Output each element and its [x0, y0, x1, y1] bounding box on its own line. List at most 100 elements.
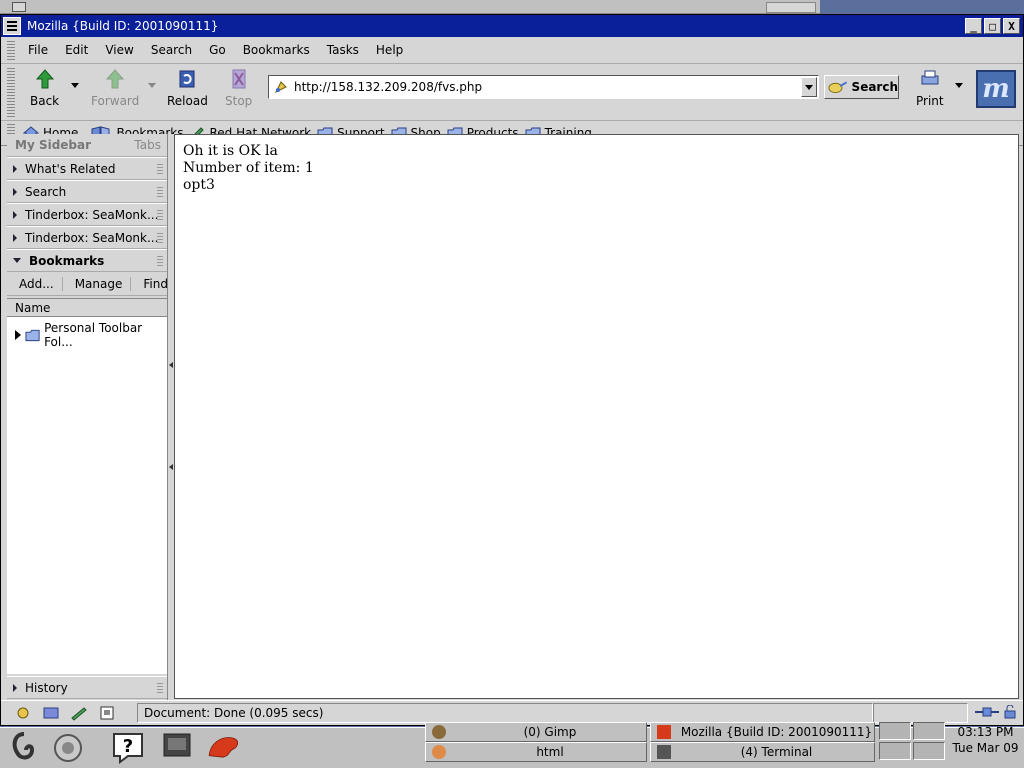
forward-arrow-icon [106, 69, 125, 89]
bookmark-column-header[interactable]: Name [7, 299, 167, 317]
window-title: Mozilla {Build ID: 2001090111} [27, 19, 219, 33]
menu-help[interactable]: Help [376, 43, 403, 57]
menu-file[interactable]: File [28, 43, 48, 57]
sidebar-panel-tinderbox-1[interactable]: Tinderbox: SeaMonk... [7, 203, 167, 226]
navigator-icon[interactable] [13, 705, 33, 721]
lock-icon[interactable] [1003, 705, 1017, 719]
stop-icon [232, 69, 246, 89]
browser-window: Mozilla {Build ID: 2001090111} _ □ X Fil… [0, 14, 1024, 726]
mozilla-launcher-icon[interactable] [206, 728, 242, 766]
close-button[interactable]: X [1003, 18, 1020, 34]
background-window-titlebar [0, 0, 820, 14]
task-label: (0) Gimp [523, 725, 577, 739]
workspace-4[interactable] [913, 742, 945, 760]
workspace-1[interactable] [879, 722, 911, 740]
menu-go[interactable]: Go [209, 43, 226, 57]
bookmark-tree-row[interactable]: Personal Toolbar Fol... [7, 321, 167, 349]
minimize-button[interactable]: _ [965, 18, 982, 34]
taskbar: ? (0) Gimp Mozilla {Build ID: 2001090111… [0, 722, 1024, 768]
reload-button[interactable]: Reload [167, 67, 208, 108]
sidebar-panel-search[interactable]: Search [7, 180, 167, 203]
print-dropdown-icon[interactable] [955, 83, 963, 88]
gimp-icon [432, 725, 446, 739]
task-label: html [536, 745, 564, 759]
navbar-grippy[interactable] [7, 68, 15, 118]
clock-time: 03:13 PM [957, 725, 1014, 739]
task-gimp[interactable]: (0) Gimp [425, 722, 647, 742]
component-bar [13, 705, 117, 721]
bookmark-manage-button[interactable]: Manage [63, 276, 132, 291]
url-text[interactable]: http://158.132.209.208/fvs.php [294, 80, 482, 94]
composer-icon[interactable] [69, 705, 89, 721]
help-icon[interactable]: ? [110, 728, 146, 766]
bookmark-add-button[interactable]: Add... [7, 276, 63, 291]
grippy-icon [157, 164, 163, 174]
menu-view[interactable]: View [105, 43, 133, 57]
sidebar-panel-tinderbox-2[interactable]: Tinderbox: SeaMonk... [7, 226, 167, 249]
grippy-icon [157, 683, 163, 693]
forward-label: Forward [91, 94, 140, 108]
workspace-2[interactable] [913, 722, 945, 740]
status-message: Document: Done (0.095 secs) [137, 703, 873, 723]
sidebar-panel-label: Bookmarks [29, 253, 105, 268]
maximize-button[interactable]: □ [984, 18, 1001, 34]
print-button[interactable]: Print [916, 67, 944, 108]
workspace-3[interactable] [879, 742, 911, 760]
window-controls: _ □ X [965, 18, 1020, 34]
sidebar-panel-label: Tinderbox: SeaMonk... [25, 230, 159, 245]
menu-edit[interactable]: Edit [65, 43, 88, 57]
task-terminal[interactable]: (4) Terminal [650, 742, 875, 762]
sidebar-tabs-button[interactable]: Tabs [134, 138, 161, 152]
page-content[interactable]: Oh it is OK la Number of item: 1 opt3 [174, 134, 1019, 699]
sidebar-panel-whats-related[interactable]: What's Related [7, 157, 167, 180]
sidebar-panel-label: Tinderbox: SeaMonk... [25, 207, 159, 222]
clock[interactable]: 03:13 PM Tue Mar 09 [947, 725, 1024, 768]
back-button[interactable]: Back [30, 67, 59, 108]
sidebar-title: My Sidebar [15, 138, 92, 152]
mozilla-throbber-logo[interactable]: m [976, 70, 1016, 108]
page-proxy-icon[interactable] [273, 79, 289, 95]
sidebar-panel-history[interactable]: History [7, 676, 167, 699]
online-icon[interactable] [974, 705, 1000, 719]
reload-icon [179, 70, 195, 88]
content-line: Oh it is OK la [183, 143, 278, 159]
menu-search[interactable]: Search [151, 43, 192, 57]
collapse-arrow-icon[interactable] [169, 362, 173, 368]
back-dropdown-icon[interactable] [71, 83, 79, 88]
status-indicators [974, 705, 1017, 719]
content-line: opt3 [183, 177, 215, 193]
bookmark-tree[interactable]: Name Personal Toolbar Fol... [7, 298, 167, 674]
task-html[interactable]: html [425, 742, 647, 762]
sidebar-panel-label: History [25, 680, 68, 695]
gnome-foot-icon[interactable] [6, 728, 42, 766]
window-menu-icon[interactable] [3, 17, 21, 35]
bookmark-tree-label: Personal Toolbar Fol... [44, 321, 143, 349]
terminal-launcher-icon[interactable] [160, 728, 196, 766]
menu-bar: File Edit View Search Go Bookmarks Tasks… [1, 38, 1023, 64]
url-history-dropdown[interactable] [801, 77, 817, 97]
sidebar: My Sidebar Tabs What's Related Search Ti… [7, 134, 179, 700]
stop-button[interactable]: Stop [225, 67, 252, 108]
window-titlebar[interactable]: Mozilla {Build ID: 2001090111} _ □ X [1, 15, 1023, 37]
forward-button[interactable]: Forward [91, 67, 139, 108]
menubar-grippy[interactable] [7, 41, 15, 61]
url-bar[interactable]: http://158.132.209.208/fvs.php [268, 75, 819, 99]
forward-dropdown-icon[interactable] [148, 83, 156, 88]
chevron-right-icon [13, 683, 17, 692]
globe-launcher-icon[interactable] [50, 728, 86, 766]
addressbook-icon[interactable] [97, 705, 117, 721]
twisty-collapsed-icon[interactable] [15, 330, 21, 340]
chevron-right-icon [13, 210, 17, 219]
search-button[interactable]: Search [824, 75, 899, 99]
task-mozilla[interactable]: Mozilla {Build ID: 2001090111} [650, 722, 875, 742]
mail-icon[interactable] [41, 705, 61, 721]
menu-tasks[interactable]: Tasks [327, 43, 359, 57]
sidebar-panel-bookmarks[interactable]: Bookmarks [7, 249, 167, 272]
sidebar-panel-label: What's Related [25, 161, 116, 176]
menu-bookmarks[interactable]: Bookmarks [243, 43, 310, 57]
collapse-arrow-icon[interactable] [169, 464, 173, 470]
back-label: Back [30, 94, 60, 108]
chevron-right-icon [13, 233, 17, 242]
content-line: Number of item: 1 [183, 160, 314, 176]
printer-icon [921, 70, 939, 85]
